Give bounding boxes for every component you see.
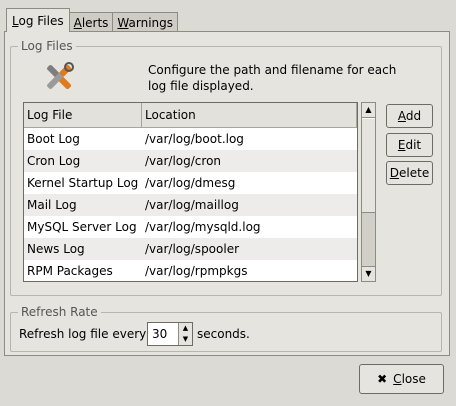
edit-button[interactable]: Edit (386, 133, 433, 157)
log-files-list[interactable]: Log File Location Boot Log/var/log/boot.… (23, 102, 358, 282)
log-location: /var/log/rpmpkgs (145, 264, 248, 278)
delete-button[interactable]: Delete (386, 161, 433, 185)
tab-label: og Files (18, 14, 64, 28)
tab-label: lerts (81, 16, 109, 30)
log-location: /var/log/dmesg (145, 176, 236, 190)
table-row[interactable]: News Log/var/log/spooler (24, 238, 357, 260)
scroll-down-arrow-icon[interactable]: ▼ (362, 266, 375, 281)
refresh-interval-spinbutton[interactable]: 30 ▲ ▼ (147, 322, 193, 346)
column-header-log-file[interactable]: Log File (24, 103, 142, 127)
log-name: MySQL Server Log (27, 220, 137, 234)
list-header: Log File Location (24, 103, 357, 128)
log-location: /var/log/boot.log (145, 132, 244, 146)
close-button[interactable]: ✖ Close (359, 364, 444, 394)
tab-bar: Log Files Alerts Warnings (6, 8, 179, 32)
tab-mnemonic: W (117, 16, 129, 30)
scroll-up-arrow-icon[interactable]: ▲ (362, 103, 375, 118)
spin-down-icon[interactable]: ▼ (178, 334, 192, 345)
button-mnemonic: A (397, 109, 406, 123)
log-name: RPM Packages (27, 264, 113, 278)
tab-label: arnings (128, 16, 174, 30)
button-mnemonic: D (389, 166, 400, 180)
button-label: dd (405, 109, 422, 123)
log-location: /var/log/spooler (145, 242, 240, 256)
log-location: /var/log/mysqld.log (145, 220, 261, 234)
log-location: /var/log/maillog (145, 198, 239, 212)
table-row[interactable]: Boot Log/var/log/boot.log (24, 128, 357, 150)
log-files-description: Configure the path and filename for each… (148, 63, 397, 93)
log-name: Mail Log (27, 198, 77, 212)
refresh-unit-label: seconds. (197, 327, 250, 341)
button-label: elete (399, 166, 430, 180)
table-row[interactable]: Cron Log/var/log/cron (24, 150, 357, 172)
log-name: News Log (27, 242, 85, 256)
refresh-label: Refresh log file every (19, 327, 147, 341)
table-row[interactable]: Mail Log/var/log/maillog (24, 194, 357, 216)
table-row[interactable]: MySQL Server Log/var/log/mysqld.log (24, 216, 357, 238)
tab-warnings[interactable]: Warnings (112, 12, 179, 32)
close-icon: ✖ (377, 372, 388, 386)
add-button[interactable]: Add (386, 104, 433, 128)
button-label: dit (405, 138, 422, 152)
scrollbar-thumb[interactable] (362, 118, 375, 213)
button-label: lose (401, 372, 426, 386)
log-name: Cron Log (27, 154, 81, 168)
table-row[interactable]: Kernel Startup Log/var/log/dmesg (24, 172, 357, 194)
tab-mnemonic: A (73, 16, 82, 30)
log-name: Boot Log (27, 132, 80, 146)
table-row[interactable]: RPM Packages/var/log/rpmpkgs (24, 260, 357, 281)
list-scrollbar[interactable]: ▲ ▼ (361, 102, 376, 282)
tools-icon (42, 60, 76, 94)
column-header-location[interactable]: Location (142, 103, 357, 127)
log-name: Kernel Startup Log (27, 176, 139, 190)
tab-alerts[interactable]: Alerts (68, 12, 114, 32)
button-mnemonic: C (393, 372, 402, 386)
log-location: /var/log/cron (145, 154, 222, 168)
group-title: Refresh Rate (18, 305, 101, 319)
group-title: Log Files (18, 39, 76, 53)
refresh-interval-value[interactable]: 30 (152, 323, 167, 345)
tab-log-files[interactable]: Log Files (6, 8, 70, 32)
